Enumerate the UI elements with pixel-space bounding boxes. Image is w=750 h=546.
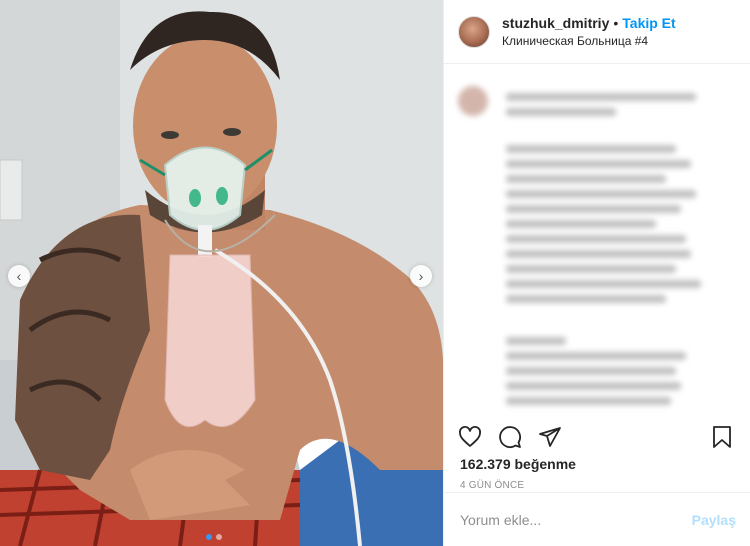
post-comment-button[interactable]: Paylaş: [692, 512, 736, 528]
carousel-dot: [216, 534, 222, 540]
comment-form: Paylaş: [444, 492, 750, 546]
carousel-dot: [206, 534, 212, 540]
avatar[interactable]: [458, 15, 490, 48]
comment-input[interactable]: [458, 510, 692, 529]
bookmark-icon: [713, 426, 731, 448]
location-link[interactable]: Клиническая Больница #4: [502, 34, 676, 48]
carousel-indicator: [206, 534, 222, 540]
caption-area: [444, 64, 750, 414]
post-photo: [0, 0, 443, 546]
post-media[interactable]: ‹ ›: [0, 0, 443, 546]
blurred-caption: [444, 64, 750, 405]
save-button[interactable]: [710, 425, 736, 451]
post-side-panel: stuzhuk_dmitriy • Takip Et Клиническая Б…: [443, 0, 750, 546]
share-button[interactable]: [538, 425, 564, 451]
like-button[interactable]: [458, 425, 484, 451]
like-count[interactable]: 162.379 beğenme: [460, 456, 576, 472]
comment-button[interactable]: [498, 425, 524, 451]
follow-button[interactable]: Takip Et: [622, 15, 675, 32]
post-timestamp[interactable]: 4 GÜN ÖNCE: [460, 480, 524, 491]
previous-slide-button[interactable]: ‹: [8, 265, 30, 287]
share-icon: [539, 427, 561, 447]
username-link[interactable]: stuzhuk_dmitriy: [502, 15, 609, 32]
separator-dot: •: [613, 15, 619, 31]
chevron-left-icon: ‹: [16, 268, 22, 284]
next-slide-button[interactable]: ›: [410, 265, 432, 287]
chevron-right-icon: ›: [418, 268, 424, 284]
comment-icon: [499, 426, 521, 448]
action-bar: [444, 420, 750, 456]
post-header: stuzhuk_dmitriy • Takip Et Клиническая Б…: [444, 0, 750, 64]
post-dialog: ‹ › stuzhuk_dmitriy • Takip Et Клиническ…: [0, 0, 750, 546]
heart-icon: [459, 426, 481, 447]
